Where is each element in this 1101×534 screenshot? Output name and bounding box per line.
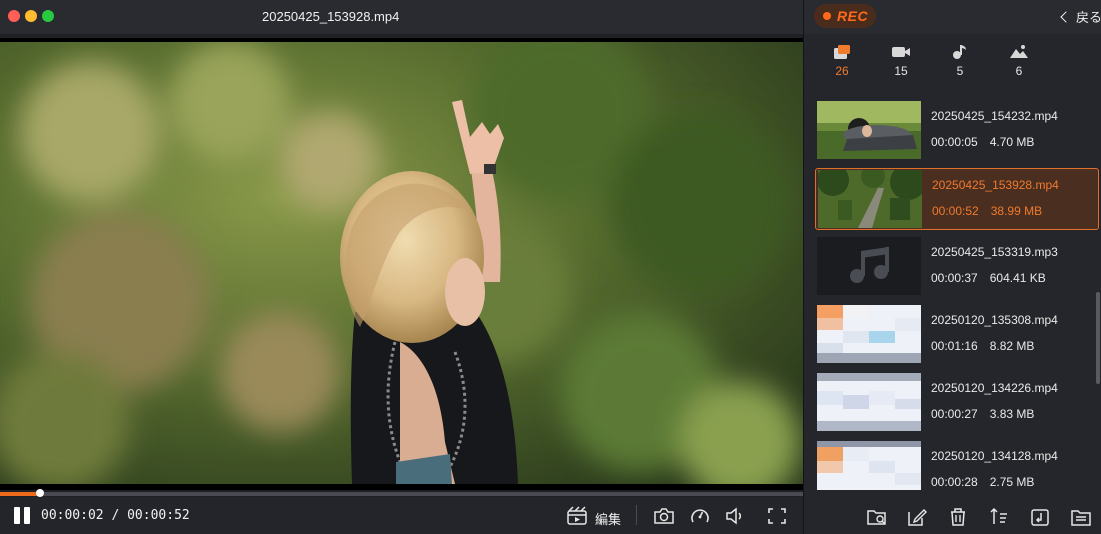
- file-meta: 00:00:27 3.83 MB: [931, 407, 1046, 421]
- file-size: 8.82 MB: [989, 339, 1035, 353]
- file-list-scrollbar[interactable]: [1096, 292, 1100, 384]
- record-dot-icon: [823, 12, 831, 20]
- file-item[interactable]: 20250425_154232.mp4 00:00:05 4.70 MB: [815, 100, 1099, 162]
- back-button[interactable]: 戻る: [1060, 7, 1101, 27]
- audio-icon: [953, 45, 966, 59]
- close-window-button[interactable]: [8, 10, 20, 22]
- progress-fill: [0, 492, 41, 496]
- file-list: 20250425_154232.mp4 00:00:05 4.70 MB 2025…: [804, 98, 1101, 490]
- file-size: 3.83 MB: [989, 407, 1035, 421]
- filter-count: 15: [894, 64, 908, 78]
- file-name: 20250120_134226.mp4: [931, 381, 1058, 395]
- rename-edit-icon[interactable]: [906, 506, 928, 528]
- title-bar: 20250425_153928.mp4: [0, 0, 803, 34]
- file-size: 4.70 MB: [989, 135, 1035, 149]
- zoom-window-button[interactable]: [42, 10, 54, 22]
- filter-count: 5: [956, 64, 964, 78]
- pause-icon: [14, 507, 20, 524]
- media-library-sidebar: REC 戻る 26 15 5 6 20250425_154232.mp4 00:…: [803, 0, 1101, 534]
- playback-progress-bar[interactable]: [0, 489, 803, 497]
- file-meta: 00:00:05 4.70 MB: [931, 135, 1046, 149]
- player-controls: 00:00:02 / 00:00:52 編集: [0, 497, 803, 534]
- file-meta: 00:00:37 604.41 KB: [931, 271, 1058, 285]
- file-meta: 00:00:28 2.75 MB: [931, 475, 1046, 489]
- file-name: 20250425_153319.mp3: [931, 245, 1058, 259]
- file-duration: 00:00:05: [931, 135, 978, 149]
- find-in-folder-icon[interactable]: [866, 506, 888, 528]
- delete-trash-icon[interactable]: [947, 506, 969, 528]
- file-item[interactable]: 20250120_134226.mp4 00:00:27 3.83 MB: [815, 372, 1099, 434]
- edit-button[interactable]: 編集: [595, 509, 621, 528]
- thumbnail-video-person: [817, 101, 921, 159]
- video-icon: [892, 47, 910, 57]
- playback-speed-icon[interactable]: [689, 506, 711, 526]
- video-player[interactable]: [0, 38, 803, 490]
- sidebar-toolbar: [804, 497, 1101, 534]
- file-size: 38.99 MB: [990, 204, 1043, 218]
- edit-icon[interactable]: [566, 506, 588, 526]
- video-frame[interactable]: [0, 42, 803, 484]
- volume-icon[interactable]: [724, 506, 746, 526]
- filter-tab-all[interactable]: 26: [822, 38, 862, 86]
- screenshot-camera-icon[interactable]: [653, 506, 675, 526]
- timecode: 00:00:02 / 00:00:52: [41, 508, 190, 523]
- filter-tab-video[interactable]: 15: [881, 38, 921, 86]
- thumbnail-audio: [817, 237, 921, 295]
- minimize-window-button[interactable]: [25, 10, 37, 22]
- pause-button[interactable]: [14, 507, 32, 525]
- filter-tab-image[interactable]: 6: [999, 38, 1039, 86]
- file-item[interactable]: 20250120_134128.mp4 00:00:28 2.75 MB: [815, 440, 1099, 490]
- rec-button[interactable]: REC: [814, 4, 876, 28]
- filter-count: 26: [835, 64, 849, 78]
- progress-handle[interactable]: [36, 489, 45, 497]
- music-note-icon: [850, 247, 889, 283]
- thumbnail-video-park: [818, 170, 922, 228]
- image-icon: [1010, 45, 1028, 58]
- time-separator: /: [111, 508, 120, 523]
- all-media-icon: [834, 45, 850, 59]
- thumbnail-pixelated: [817, 373, 921, 431]
- file-item[interactable]: 20250120_135308.mp4 00:01:16 8.82 MB: [815, 304, 1099, 366]
- filter-count: 6: [1015, 64, 1023, 78]
- media-filter-tabs: 26 15 5 6: [804, 38, 1101, 88]
- filter-tab-audio[interactable]: 5: [940, 38, 980, 86]
- file-size: 604.41 KB: [989, 271, 1046, 285]
- file-meta: 00:01:16 8.82 MB: [931, 339, 1046, 353]
- file-name: 20250425_153928.mp4: [932, 178, 1059, 192]
- rec-label: REC: [837, 8, 869, 24]
- back-label: 戻る: [1075, 10, 1101, 25]
- sidebar-header: REC 戻る: [804, 0, 1101, 34]
- file-duration: 00:00:28: [931, 475, 978, 489]
- open-folder-list-icon[interactable]: [1070, 506, 1092, 528]
- thumbnail-pixelated: [817, 441, 921, 490]
- current-time: 00:00:02: [41, 508, 104, 523]
- file-duration: 00:01:16: [931, 339, 978, 353]
- file-name: 20250425_154232.mp4: [931, 109, 1058, 123]
- file-size: 2.75 MB: [989, 475, 1035, 489]
- controls-divider: [636, 505, 637, 525]
- window-title: 20250425_153928.mp4: [262, 9, 400, 24]
- file-duration: 00:00:27: [931, 407, 978, 421]
- chevron-left-icon: [1060, 11, 1072, 23]
- duration: 00:00:52: [127, 508, 190, 523]
- pause-icon-bar: [24, 507, 30, 524]
- file-duration: 00:00:37: [931, 271, 978, 285]
- import-icon[interactable]: [1029, 506, 1051, 528]
- fullscreen-icon[interactable]: [766, 506, 788, 526]
- file-meta: 00:00:52 38.99 MB: [932, 204, 1054, 218]
- sort-icon[interactable]: [988, 506, 1010, 528]
- file-item[interactable]: 20250425_153319.mp3 00:00:37 604.41 KB: [815, 236, 1099, 298]
- video-still-image: [0, 42, 803, 484]
- file-item-selected[interactable]: 20250425_153928.mp4 00:00:52 38.99 MB: [815, 168, 1099, 230]
- thumbnail-pixelated: [817, 305, 921, 363]
- file-name: 20250120_135308.mp4: [931, 313, 1058, 327]
- file-name: 20250120_134128.mp4: [931, 449, 1058, 463]
- file-duration: 00:00:52: [932, 204, 979, 218]
